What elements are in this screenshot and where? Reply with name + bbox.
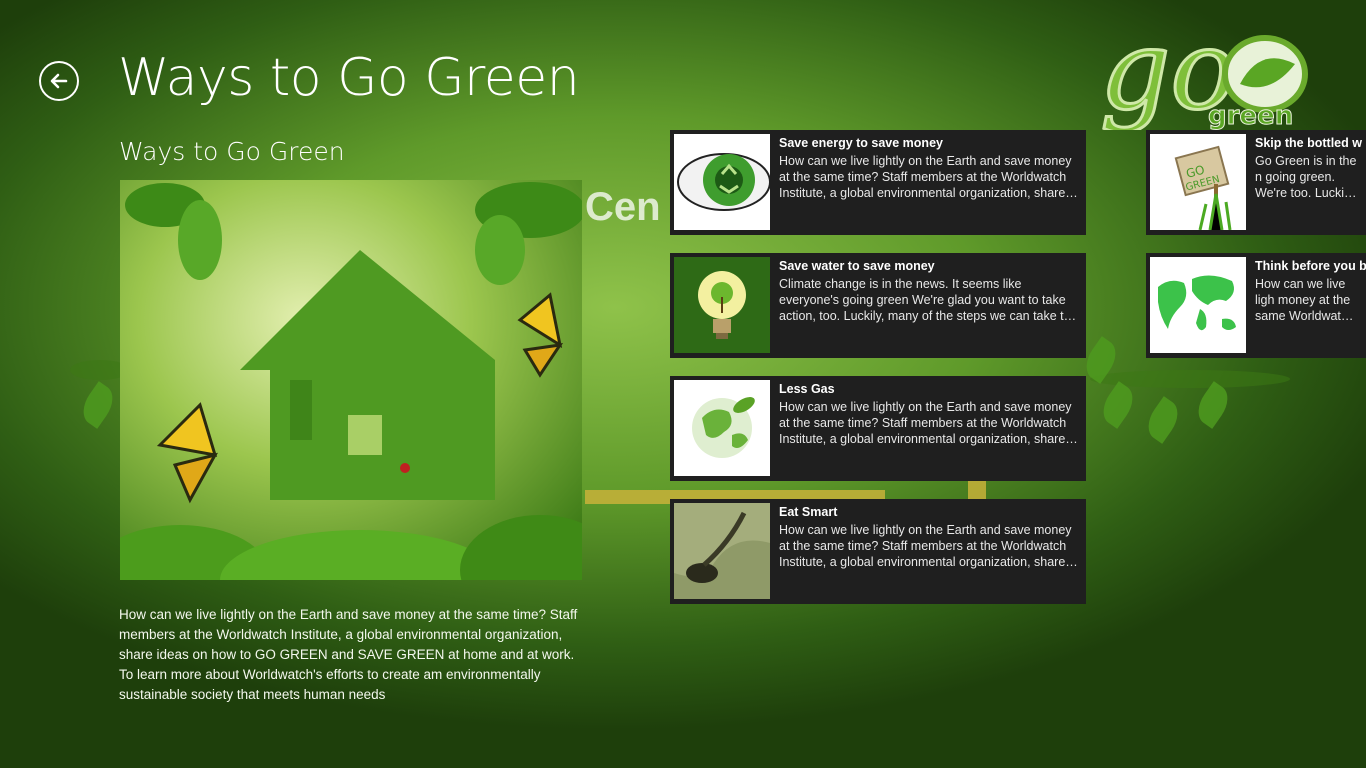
list-item[interactable]: Less Gas How can we live lightly on the …	[670, 376, 1086, 481]
tile-thumbnail	[674, 257, 770, 353]
go-green-logo: go green	[1100, 26, 1308, 130]
go-green-sign-image: GO GREEN	[1150, 134, 1246, 230]
tile-thumbnail	[674, 380, 770, 476]
tile-title: Think before you b	[1255, 259, 1366, 273]
tile-title: Save water to save money	[779, 259, 935, 273]
list-item[interactable]: Save energy to save money How can we liv…	[670, 130, 1086, 235]
background-leaf	[75, 381, 121, 429]
tile-thumbnail: GO GREEN	[1150, 134, 1246, 230]
tile-thumbnail	[674, 503, 770, 599]
lightbulb-tree-image	[674, 257, 770, 353]
page-title: Ways to Go Green	[118, 48, 580, 108]
background-sign-text: Cen	[585, 185, 661, 229]
tile-thumbnail	[674, 134, 770, 230]
list-item[interactable]: GO GREEN Skip the bottled w Go Green is …	[1146, 130, 1366, 235]
tile-body: How can we live lightly on the Earth and…	[779, 523, 1072, 569]
tile-title: Save energy to save money	[779, 136, 943, 150]
green-globe-image	[674, 380, 770, 476]
tile-body: Go Green is in the n going green. We're …	[1255, 154, 1357, 200]
background-leaf	[1095, 381, 1141, 429]
svg-text:green: green	[1208, 101, 1293, 130]
hero-image	[120, 180, 582, 580]
eye-recycle-image	[674, 134, 770, 230]
section-title: Ways to Go Green	[119, 137, 345, 166]
tile-body: How can we live lightly on the Earth and…	[779, 400, 1072, 446]
section-description: How can we live lightly on the Earth and…	[119, 607, 578, 702]
list-item[interactable]: Eat Smart How can we live lightly on the…	[670, 499, 1086, 604]
sand-texture-image	[674, 503, 770, 599]
tile-body: How can we live ligh money at the same W…	[1255, 277, 1355, 323]
tile-body: How can we live lightly on the Earth and…	[779, 154, 1072, 200]
back-button[interactable]	[39, 61, 79, 101]
arrow-left-icon	[50, 73, 68, 89]
tile-thumbnail	[1150, 257, 1246, 353]
list-item[interactable]: Think before you b How can we live ligh …	[1146, 253, 1366, 358]
tile-body: Climate change is in the news. It seems …	[779, 277, 1071, 323]
background-leaf	[1140, 396, 1186, 444]
tile-title: Skip the bottled w	[1255, 136, 1362, 150]
list-item[interactable]: Save water to save money Climate change …	[670, 253, 1086, 358]
tile-title: Less Gas	[779, 382, 835, 396]
tile-title: Eat Smart	[779, 505, 838, 519]
world-map-image	[1150, 257, 1246, 353]
background-leaf	[1190, 381, 1236, 429]
